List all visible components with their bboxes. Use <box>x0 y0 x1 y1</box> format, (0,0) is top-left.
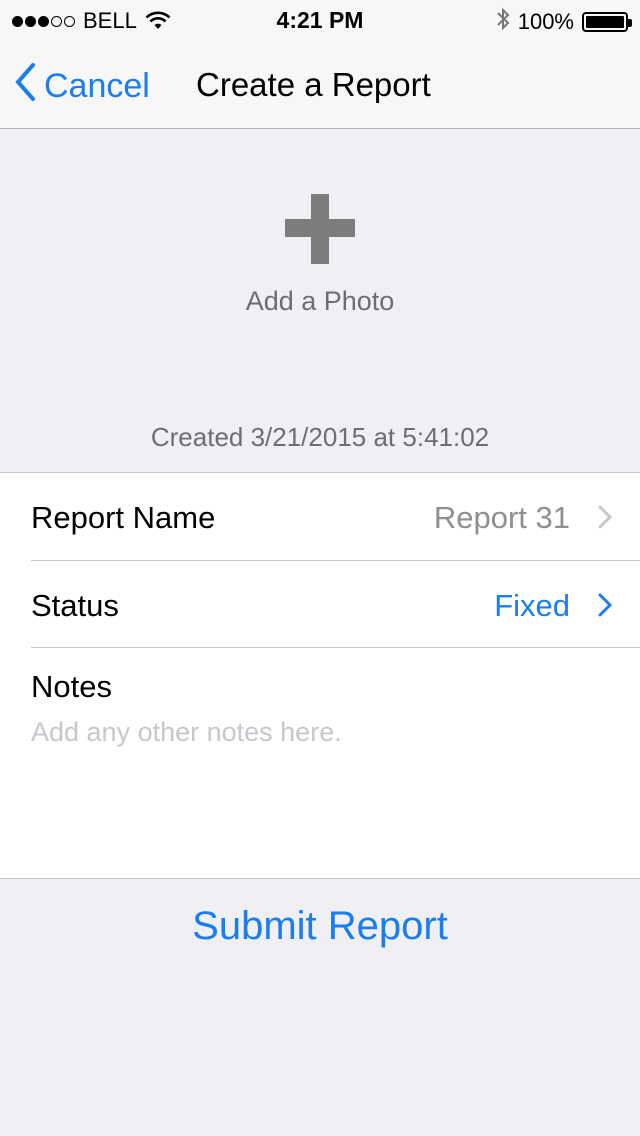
battery-percent: 100% <box>517 9 574 34</box>
add-photo-button[interactable]: Add a Photo <box>0 130 640 370</box>
plus-icon-vertical <box>311 194 329 264</box>
page-title: Create a Report <box>196 66 431 103</box>
plus-icon <box>285 194 355 264</box>
status-row[interactable]: Status Fixed <box>0 561 640 648</box>
chevron-right-icon <box>598 593 613 622</box>
notes-input[interactable] <box>31 717 611 857</box>
report-name-row[interactable]: Report Name Report 31 <box>0 473 640 560</box>
add-photo-label: Add a Photo <box>245 286 395 316</box>
status-bar: BELL 4:21 PM 100% <box>0 0 640 40</box>
bluetooth-icon <box>496 7 510 37</box>
status-right: 100% <box>496 7 632 37</box>
battery-icon <box>582 12 632 32</box>
screen: BELL 4:21 PM 100% Cancel Create a Report… <box>0 0 640 1136</box>
cancel-button[interactable]: Cancel <box>14 62 150 111</box>
notes-label: Notes <box>31 669 112 704</box>
status-label: Status <box>31 588 119 623</box>
navigation-bar: Cancel Create a Report <box>0 40 640 129</box>
report-form: Report Name Report 31 Status Fixed Notes <box>0 472 640 879</box>
chevron-right-icon <box>598 505 613 534</box>
battery-level <box>586 16 624 28</box>
chevron-left-icon <box>14 62 36 111</box>
battery-tip <box>628 19 632 27</box>
cancel-label: Cancel <box>44 67 150 105</box>
report-name-label: Report Name <box>31 500 216 535</box>
submit-report-button[interactable]: Submit Report <box>0 904 640 949</box>
report-name-value: Report 31 <box>433 500 570 535</box>
row-divider <box>31 647 640 648</box>
created-timestamp: Created 3/21/2015 at 5:41:02 <box>150 422 490 452</box>
status-value: Fixed <box>494 588 570 623</box>
